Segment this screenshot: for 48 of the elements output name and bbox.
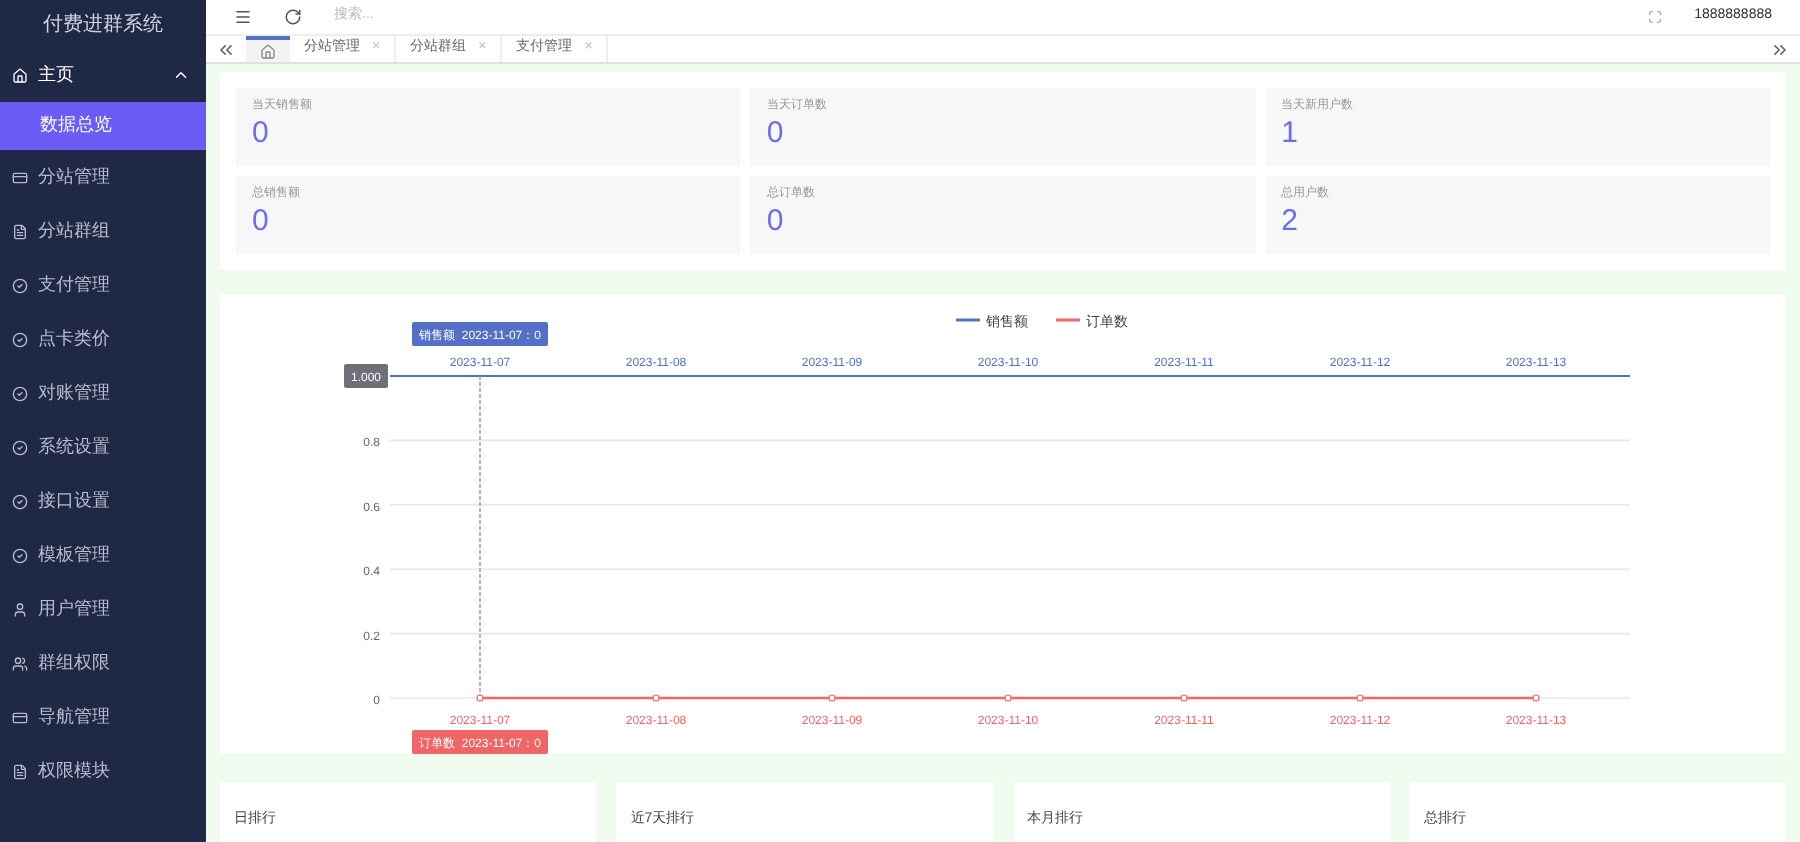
card-icon xyxy=(12,169,28,185)
card-icon xyxy=(12,709,28,725)
home-tab[interactable] xyxy=(246,36,290,62)
stat-value: 0 xyxy=(766,116,786,152)
data-point xyxy=(1356,694,1364,702)
sidebar-item[interactable]: 接口设置 xyxy=(0,474,206,528)
check-circle-icon xyxy=(12,331,28,347)
sidebar-item[interactable]: 主页 xyxy=(0,48,206,102)
data-point xyxy=(476,694,484,702)
stat-value: 0 xyxy=(766,204,786,240)
check-circle-icon xyxy=(12,385,28,401)
check-circle-icon xyxy=(12,493,28,509)
stat-value: 2 xyxy=(1281,204,1300,240)
stat-value: 0 xyxy=(252,116,271,152)
sidebar-item[interactable]: 用户管理 xyxy=(0,582,206,636)
stat-value: 1 xyxy=(1281,116,1300,152)
sidebar-item[interactable]: 分站群组 xyxy=(0,204,206,258)
scroll-left-icon[interactable] xyxy=(216,39,236,60)
app-title: 付费进群系统 xyxy=(41,11,165,39)
scroll-right-icon[interactable] xyxy=(1770,39,1790,60)
data-point xyxy=(1004,694,1012,702)
home-icon xyxy=(12,67,28,83)
sidebar-item[interactable]: 模板管理 xyxy=(0,528,206,582)
data-point xyxy=(828,694,836,702)
menu-icon[interactable] xyxy=(234,8,252,27)
home-icon xyxy=(260,43,276,60)
sidebar-item[interactable]: 权限模块 xyxy=(0,744,206,798)
user-icon xyxy=(12,601,28,617)
sidebar-item[interactable]: 导航管理 xyxy=(0,690,206,744)
sidebar-item[interactable]: 支付管理 xyxy=(0,258,206,312)
sidebar-item[interactable]: 群组权限 xyxy=(0,636,206,690)
sidebar-item[interactable]: 点卡类价 xyxy=(0,312,206,366)
check-circle-icon xyxy=(12,439,28,455)
refresh-icon[interactable] xyxy=(284,8,302,27)
data-point xyxy=(1532,694,1540,702)
data-point xyxy=(652,694,660,702)
document-icon xyxy=(12,223,28,239)
sidebar-subitem[interactable]: 数据总览 xyxy=(0,102,206,150)
check-circle-icon xyxy=(12,277,28,293)
stat-value: 0 xyxy=(252,204,271,240)
document-icon xyxy=(12,763,28,779)
sidebar-item[interactable]: 分站管理 xyxy=(0,150,206,204)
data-point xyxy=(1180,694,1188,702)
sidebar-item[interactable]: 对账管理 xyxy=(0,366,206,420)
caret-icon xyxy=(172,66,190,84)
users-icon xyxy=(12,655,28,671)
check-circle-icon xyxy=(12,547,28,563)
sidebar-item[interactable]: 系统设置 xyxy=(0,420,206,474)
